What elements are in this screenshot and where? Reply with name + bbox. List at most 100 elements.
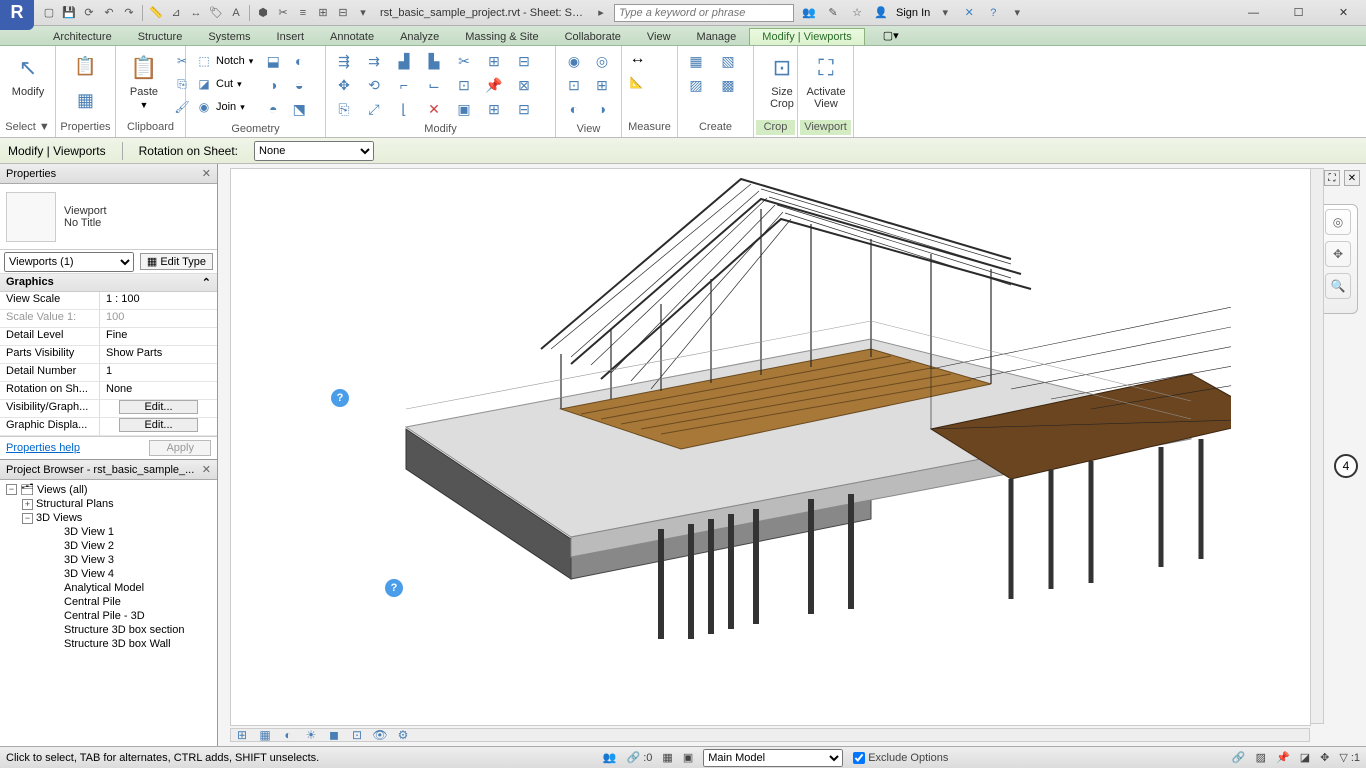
edit-button[interactable]: Edit...	[119, 418, 197, 432]
pin-btn[interactable]: 📌	[482, 74, 506, 96]
steering-wheel-icon[interactable]: ◎	[1325, 209, 1351, 235]
tab-systems[interactable]: Systems	[195, 28, 263, 45]
pan-icon[interactable]: ✥	[1325, 241, 1351, 267]
exchange-icon[interactable]: ✕	[960, 4, 978, 22]
redo-icon[interactable]: ↷	[120, 4, 138, 22]
tree-node[interactable]: Structure 3D box Wall	[0, 637, 217, 651]
title-next-icon[interactable]: ▸	[592, 4, 610, 22]
tab-view[interactable]: View	[634, 28, 684, 45]
vw4-btn[interactable]: ⊞	[590, 74, 614, 96]
cr4-btn[interactable]: ▩	[716, 74, 740, 96]
instance-selector[interactable]: Viewports (1)	[4, 252, 134, 272]
sel-underlay-icon[interactable]: ▨	[1256, 751, 1266, 764]
level-marker[interactable]: 4	[1334, 454, 1358, 478]
signin-dropdown-icon[interactable]: ▾	[936, 4, 954, 22]
cr2-btn[interactable]: ▧	[716, 50, 740, 72]
properties-button[interactable]: 📋	[68, 50, 104, 82]
cope-icon[interactable]: ⬓	[261, 50, 285, 72]
split-btn[interactable]: ✂	[452, 50, 476, 72]
dim-icon[interactable]: ↔	[187, 4, 205, 22]
tab-manage[interactable]: Manage	[684, 28, 750, 45]
delete-btn[interactable]: ✕	[422, 98, 446, 120]
join-button[interactable]: ◉Join▾	[192, 96, 257, 118]
move-btn[interactable]: ✥	[332, 74, 356, 96]
hide-icon[interactable]: 👁	[370, 726, 390, 744]
copy2-btn[interactable]: ⎘	[332, 98, 356, 120]
tree-node[interactable]: 3D View 2	[0, 539, 217, 553]
tree-node[interactable]: 3D View 3	[0, 553, 217, 567]
cut-geom-button[interactable]: ◪Cut▾	[192, 73, 257, 95]
property-row[interactable]: Graphic Displa...Edit...	[0, 418, 217, 436]
filter-icon[interactable]: ▽:1	[1339, 751, 1360, 764]
collapse-icon[interactable]: −	[6, 484, 17, 495]
property-row[interactable]: Detail Number1	[0, 364, 217, 382]
vw1-btn[interactable]: ◉	[562, 50, 586, 72]
type-selector[interactable]: ViewportNo Title	[0, 184, 217, 250]
vw5-btn[interactable]: ◐	[562, 98, 586, 120]
browser-header[interactable]: Project Browser - rst_basic_sample_...✕	[0, 460, 217, 480]
tree-node[interactable]: Analytical Model	[0, 581, 217, 595]
mirror2-btn[interactable]: ▙	[422, 50, 446, 72]
tree-node[interactable]: 3D View 1	[0, 525, 217, 539]
sel-face-icon[interactable]: ◪	[1300, 751, 1310, 764]
open-icon[interactable]: ▢	[40, 4, 58, 22]
switch-icon[interactable]: ⊟	[334, 4, 352, 22]
geom3-icon[interactable]: ◒	[287, 74, 311, 96]
tab-annotate[interactable]: Annotate	[317, 28, 387, 45]
close-view-icon[interactable]: ✕	[1344, 170, 1360, 186]
tree-node[interactable]: Central Pile - 3D	[0, 609, 217, 623]
unpin-btn[interactable]: ⊠	[512, 74, 536, 96]
property-row[interactable]: Visibility/Graph...Edit...	[0, 400, 217, 418]
cr3-btn[interactable]: ▨	[684, 74, 708, 96]
arr4-btn[interactable]: ⊟	[512, 98, 536, 120]
measure2-btn[interactable]: 📐	[630, 76, 670, 98]
panel-title-select[interactable]: Select ▼	[2, 120, 53, 135]
close-icon[interactable]: ✕	[202, 167, 211, 180]
edit-button[interactable]: Edit...	[119, 400, 197, 414]
property-row[interactable]: Rotation on Sh...None	[0, 382, 217, 400]
section-icon[interactable]: ✂	[274, 4, 292, 22]
group-graphics[interactable]: Graphics⌃	[0, 274, 217, 292]
user-icon[interactable]: 👤	[872, 4, 890, 22]
shadow-icon[interactable]: ◼	[324, 726, 344, 744]
tab-analyze[interactable]: Analyze	[387, 28, 452, 45]
property-row[interactable]: Detail LevelFine	[0, 328, 217, 346]
3d-icon[interactable]: ⬢	[254, 4, 272, 22]
tree-node[interactable]: −3D Views	[0, 511, 217, 525]
vertical-scrollbar[interactable]	[1310, 168, 1324, 724]
tree-root[interactable]: −🗂Views (all)	[0, 482, 217, 497]
paste-button[interactable]: 📋Paste▼	[122, 50, 166, 112]
geom4-icon[interactable]: ◓	[261, 98, 285, 120]
align-icon[interactable]: ⊿	[167, 4, 185, 22]
tree-node[interactable]: Structure 3D box section	[0, 623, 217, 637]
align-btn[interactable]: ⇶	[332, 50, 356, 72]
comm-icon[interactable]: ✎	[824, 4, 842, 22]
tab-modify-viewports[interactable]: Modify | Viewports	[749, 28, 864, 45]
close-icon[interactable]: ✕	[202, 463, 211, 476]
reveal-icon[interactable]: ⚙	[393, 726, 413, 744]
vw3-btn[interactable]: ⊡	[562, 74, 586, 96]
worksets-icon[interactable]: 👥	[603, 751, 617, 764]
sel-pin-icon[interactable]: 📌	[1276, 751, 1290, 764]
ribbon-switch-icon[interactable]: ▢▾	[873, 26, 909, 45]
apply-button[interactable]: Apply	[149, 440, 211, 456]
scale-icon[interactable]: ⊞	[232, 726, 252, 744]
property-row[interactable]: View Scale1 : 100	[0, 292, 217, 310]
type-properties-button[interactable]: ▦	[68, 84, 104, 116]
tab-massing[interactable]: Massing & Site	[452, 28, 551, 45]
modify-button[interactable]: ↖Modify	[6, 50, 50, 100]
cr1-btn[interactable]: ▦	[684, 50, 708, 72]
tab-architecture[interactable]: Architecture	[40, 28, 125, 45]
properties-header[interactable]: Properties✕	[0, 164, 217, 184]
thin-icon[interactable]: ≡	[294, 4, 312, 22]
expand-icon[interactable]: +	[22, 499, 33, 510]
search-input[interactable]	[614, 4, 794, 22]
edit-type-button[interactable]: ▦Edit Type	[140, 253, 213, 270]
group-btn[interactable]: ▣	[452, 98, 476, 120]
app-menu-icon[interactable]: R	[0, 0, 34, 30]
property-row[interactable]: Scale Value 1:100	[0, 310, 217, 328]
properties-help-link[interactable]: Properties help	[6, 442, 80, 454]
maximize-button[interactable]: ☐	[1276, 0, 1321, 26]
close-views-icon[interactable]: ⊞	[314, 4, 332, 22]
trim-btn[interactable]: ⌐	[392, 74, 416, 96]
